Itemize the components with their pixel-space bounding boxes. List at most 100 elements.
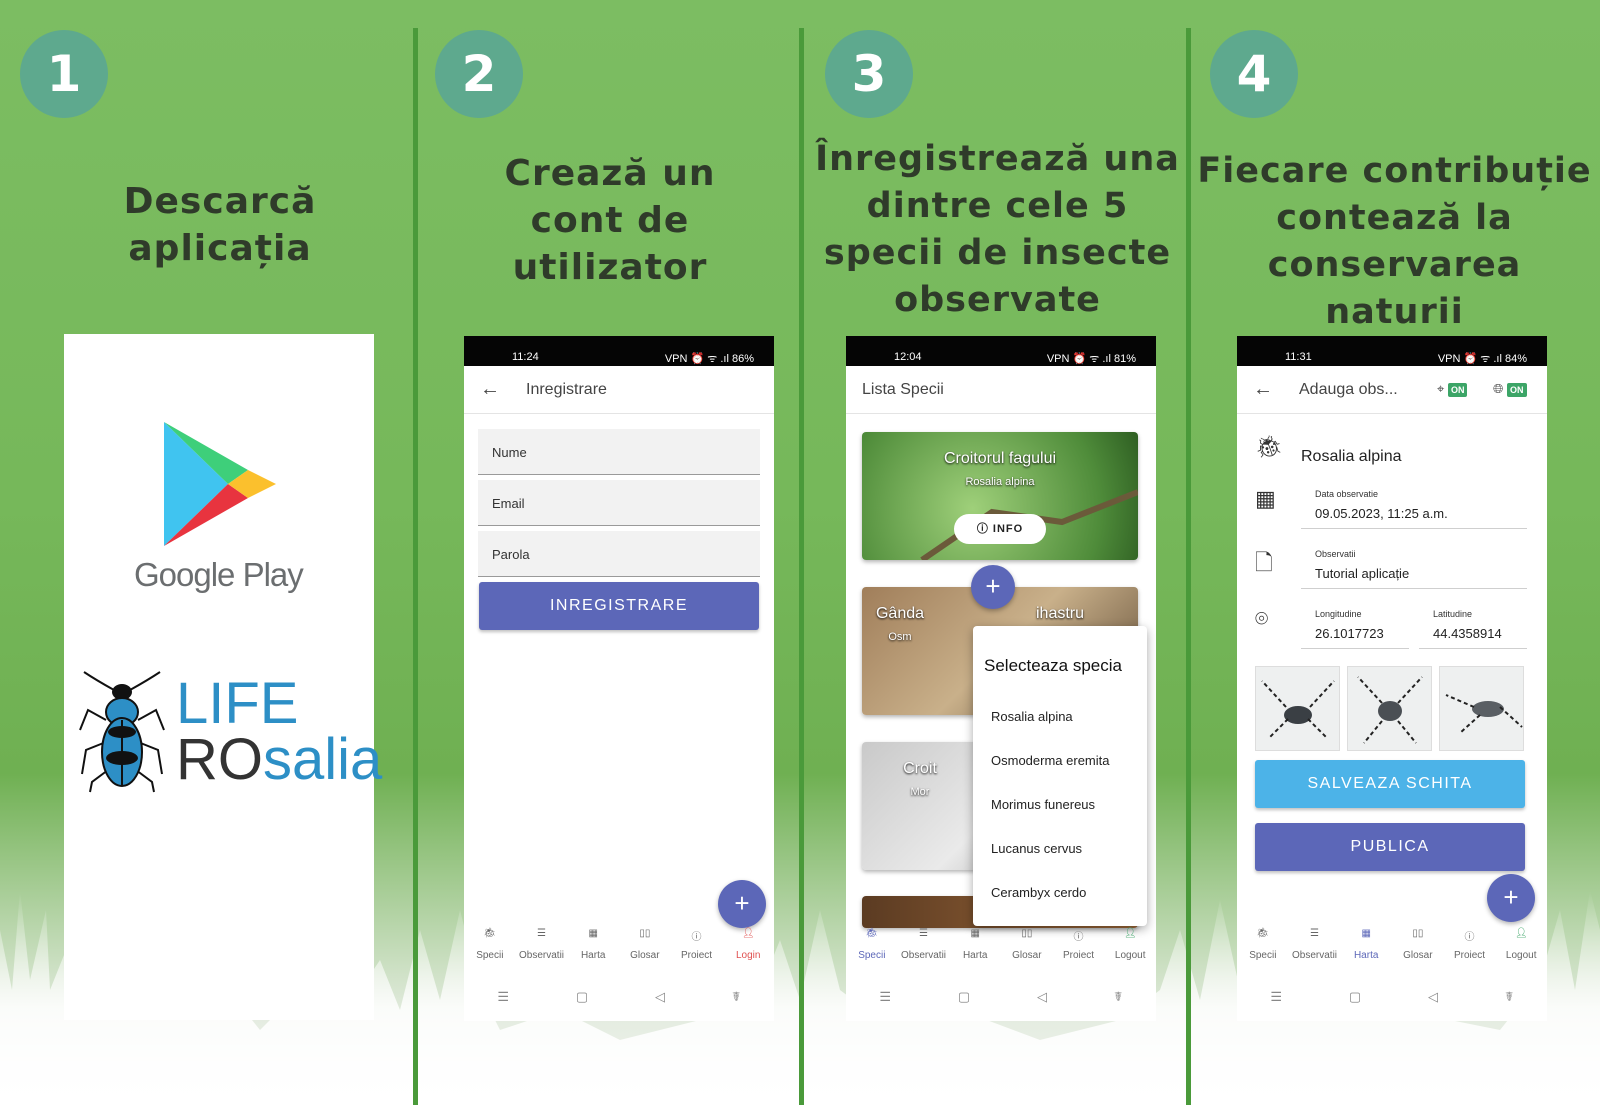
google-play-label[interactable]: Google Play (134, 556, 304, 594)
bottom-nav: 🐞︎ Specii ☰ Observatii ▦ Harta ▯▯ Glosar ⓘ Pr… (846, 926, 1156, 972)
nav-observatii[interactable]: ☰ Observatii (898, 926, 950, 972)
longitude-field[interactable]: 26.1017723 (1315, 626, 1384, 641)
nav-proiect[interactable]: ⓘ Proiect (671, 926, 723, 972)
tutorial-infographic: 1 2 3 4 Descarcă aplicația Crează un con… (0, 0, 1600, 1105)
accessibility-icon[interactable]: ☤ (1505, 989, 1514, 1005)
photo-thumbnail[interactable] (1255, 666, 1340, 751)
step-badge-1: 1 (20, 30, 108, 118)
menu-item[interactable]: Rosalia alpina (991, 709, 1073, 724)
list-icon: ☰ (919, 928, 928, 939)
nav-proiect[interactable]: ⓘ Proiect (1444, 926, 1496, 972)
back-icon[interactable]: ◁ (1037, 989, 1047, 1005)
nav-observatii[interactable]: ☰ Observatii (516, 926, 568, 972)
app-bar: ← Inregistrare (464, 366, 774, 414)
accessibility-icon[interactable]: ☤ (732, 989, 741, 1005)
back-icon[interactable]: ◁ (655, 989, 665, 1005)
password-field[interactable]: Parola (478, 531, 760, 577)
list-icon: ☰ (537, 928, 546, 939)
home-icon[interactable]: ▢ (958, 989, 970, 1005)
person-icon: 👤︎ (1123, 928, 1137, 939)
document-icon: 🗋︎ (1255, 550, 1273, 575)
add-fab[interactable]: + (1487, 874, 1535, 922)
bottom-nav: 🐞︎ Specii ☰ Observatii ▦ Harta ▯▯ Glosar ⓘ Pr… (1237, 926, 1547, 972)
nav-specii[interactable]: 🐞︎ Specii (1237, 926, 1289, 972)
phone-add-observation: 11:31 VPN ⏰ ᯤ .ıl 84% ← Adauga obs... ⌖ … (1237, 336, 1547, 1021)
nav-glosar[interactable]: ▯▯ Glosar (1001, 926, 1053, 972)
info-icon: ⓘ (1073, 932, 1084, 943)
download-card: Google Play LIFE ROsalia (64, 334, 382, 1020)
calendar-icon: ▦ (1255, 486, 1276, 511)
photo-thumbnail[interactable] (1347, 666, 1432, 751)
home-icon[interactable]: ▢ (576, 989, 588, 1005)
name-field[interactable]: Nume (478, 429, 760, 475)
nav-specii[interactable]: 🐞︎ Specii (846, 926, 898, 972)
nav-harta[interactable]: ▦ Harta (949, 926, 1001, 972)
globe-icon: 🌐︎ (1493, 381, 1504, 396)
nav-specii[interactable]: 🐞︎ Specii (464, 926, 516, 972)
recents-icon[interactable]: ☰ (879, 989, 891, 1005)
book-icon: ▯▯ (639, 928, 651, 939)
book-icon: ▯▯ (1412, 928, 1424, 939)
step-badge-4: 4 (1210, 30, 1298, 118)
species-name[interactable]: Rosalia alpina (1301, 448, 1402, 466)
add-fab[interactable]: + (718, 880, 766, 928)
register-button[interactable]: INREGISTRARE (479, 582, 759, 630)
network-toggle[interactable]: 🌐︎ ON (1493, 381, 1527, 397)
status-bar: 12:04 VPN ⏰ ᯤ .ıl 81% (846, 336, 1156, 366)
back-icon[interactable]: ◁ (1428, 989, 1438, 1005)
person-icon: 👤︎ (741, 928, 755, 939)
menu-item[interactable]: Osmoderma eremita (991, 753, 1109, 768)
nav-glosar[interactable]: ▯▯ Glosar (619, 926, 671, 972)
gps-toggle[interactable]: ⌖ ON (1437, 381, 1468, 397)
back-arrow-icon[interactable]: ← (480, 378, 500, 401)
step-2-heading: Crează un cont de utilizator (504, 153, 716, 288)
publish-button[interactable]: PUBLICA (1255, 823, 1525, 871)
step-1-heading: Descarcă aplicația (123, 181, 317, 269)
bug-icon: 🐞︎ (1256, 928, 1270, 939)
species-card[interactable]: Croitorul fagului Rosalia alpina ⓘ INFO (862, 432, 1138, 560)
list-icon: ☰ (1310, 928, 1319, 939)
recents-icon[interactable]: ☰ (1270, 989, 1282, 1005)
nav-proiect[interactable]: ⓘ Proiect (1053, 926, 1105, 972)
notes-field[interactable]: Tutorial aplicație (1315, 566, 1409, 581)
nav-observatii[interactable]: ☰ Observatii (1289, 926, 1341, 972)
bug-icon: 🐞︎ (865, 928, 879, 939)
accessibility-icon[interactable]: ☤ (1114, 989, 1123, 1005)
app-bar: ← Adauga obs... ⌖ ON 🌐︎ ON (1237, 366, 1547, 414)
system-nav: ☰ ▢ ◁ ☤ (1237, 972, 1547, 1021)
menu-item[interactable]: Lucanus cervus (991, 841, 1082, 856)
step-badge-3: 3 (825, 30, 913, 118)
menu-item[interactable]: Cerambyx cerdo (991, 885, 1086, 900)
nav-login[interactable]: 👤︎ Login (722, 926, 774, 972)
map-icon: ▦ (970, 928, 980, 939)
status-bar: 11:31 VPN ⏰ ᯤ .ıl 84% (1237, 336, 1547, 366)
status-bar: 11:24 VPN ⏰ ᯤ .ıl 86% (464, 336, 774, 366)
book-icon: ▯▯ (1021, 928, 1033, 939)
nav-logout[interactable]: 👤︎ Logout (1495, 926, 1547, 972)
nav-harta[interactable]: ▦ Harta (1340, 926, 1392, 972)
home-icon[interactable]: ▢ (1349, 989, 1361, 1005)
back-arrow-icon[interactable]: ← (1253, 378, 1273, 401)
map-icon: ▦ (588, 928, 598, 939)
date-field[interactable]: 09.05.2023, 11:25 a.m. (1315, 506, 1448, 521)
crosshair-icon: ⌖ (1437, 381, 1445, 396)
info-icon: ⓘ (691, 932, 702, 943)
person-icon: 👤︎ (1514, 928, 1528, 939)
panel-divider (413, 28, 418, 1105)
photo-thumbnail[interactable] (1439, 666, 1524, 751)
rosalia-beetle-logo (79, 671, 165, 793)
page-title: Lista Specii (862, 381, 944, 398)
email-field[interactable]: Email (478, 480, 760, 526)
nav-harta[interactable]: ▦ Harta (567, 926, 619, 972)
nav-logout[interactable]: 👤︎ Logout (1104, 926, 1156, 972)
add-fab[interactable]: + (971, 565, 1015, 609)
info-button[interactable]: ⓘ INFO (954, 514, 1046, 544)
phone-register: 11:24 VPN ⏰ ᯤ .ıl 86% ← Inregistrare Num… (464, 336, 774, 1021)
latitude-field[interactable]: 44.4358914 (1433, 626, 1502, 641)
menu-item[interactable]: Morimus funereus (991, 797, 1095, 812)
save-draft-button[interactable]: SALVEAZA SCHITA (1255, 760, 1525, 808)
google-play-icon[interactable] (162, 420, 278, 548)
recents-icon[interactable]: ☰ (497, 989, 509, 1005)
nav-glosar[interactable]: ▯▯ Glosar (1392, 926, 1444, 972)
bug-icon: 🐞︎ (1255, 434, 1283, 459)
